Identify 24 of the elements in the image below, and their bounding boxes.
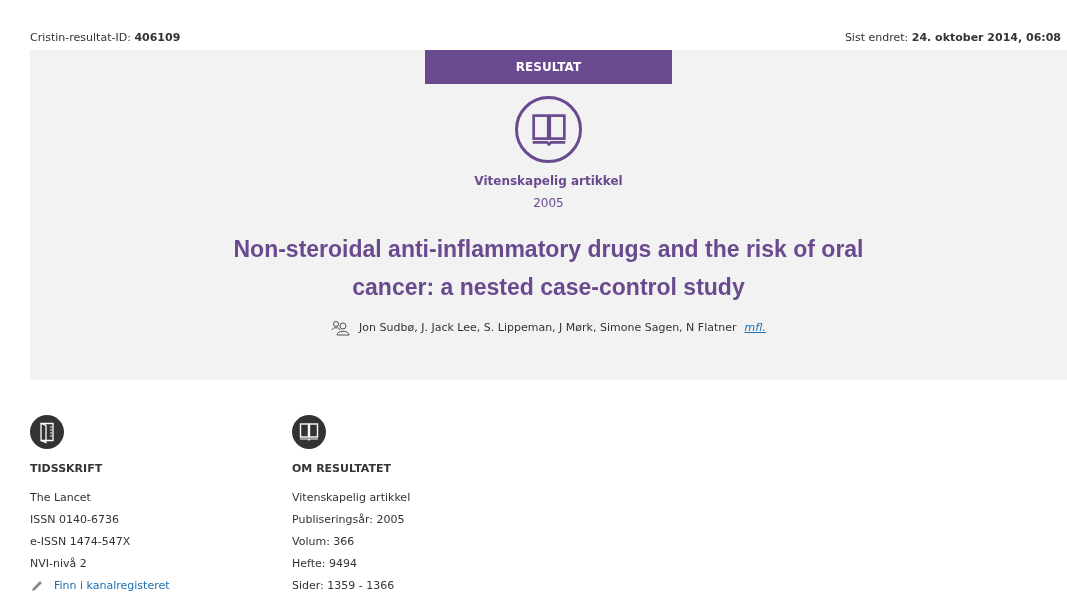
result-badge: RESULTAT — [425, 50, 672, 84]
info-line: Vitenskapelig artikkel — [292, 489, 412, 506]
info-line: Sider: 1359 - 1366 — [292, 577, 396, 594]
pencil-icon — [30, 578, 44, 593]
author-list: Jon Sudbø, J. Jack Lee, S. Lippeman, J Mørk, Simone Sagen, N Flatner — [359, 320, 737, 337]
channel-register-link[interactable]: Finn i kanalregisteret — [54, 574, 170, 597]
info-line: ISSN 0140-6736 — [30, 511, 120, 528]
more-authors-link[interactable]: mfl. — [744, 320, 766, 337]
info-line: e-ISSN 1474-547X — [30, 533, 132, 550]
last-modified: Sist endret: 24. oktober 2014, 06:08 — [844, 30, 1061, 46]
result-id: Cristin-resultat-ID: 406109 — [30, 30, 181, 46]
section-heading: OM RESULTATET — [292, 461, 392, 477]
info-line: Hefte: 9494 — [292, 555, 358, 572]
info-line: Volum: 366 — [292, 533, 356, 550]
info-line: The Lancet — [30, 489, 92, 506]
info-line: Publiseringsår: 2005 — [292, 511, 406, 528]
article-title: Non-steroidal anti-inflammatory drugs and the risk of oral cancer: a nested case-control study — [232, 235, 865, 302]
people-icon — [331, 320, 352, 337]
section-heading: TIDSSKRIFT — [30, 461, 104, 477]
category-label: Vitenskapelig artikkel — [474, 173, 623, 190]
journal-icon — [30, 415, 64, 449]
info-line: NVI-nivå 2 — [30, 555, 88, 572]
year-label: 2005 — [533, 195, 564, 212]
book-icon — [292, 415, 326, 449]
